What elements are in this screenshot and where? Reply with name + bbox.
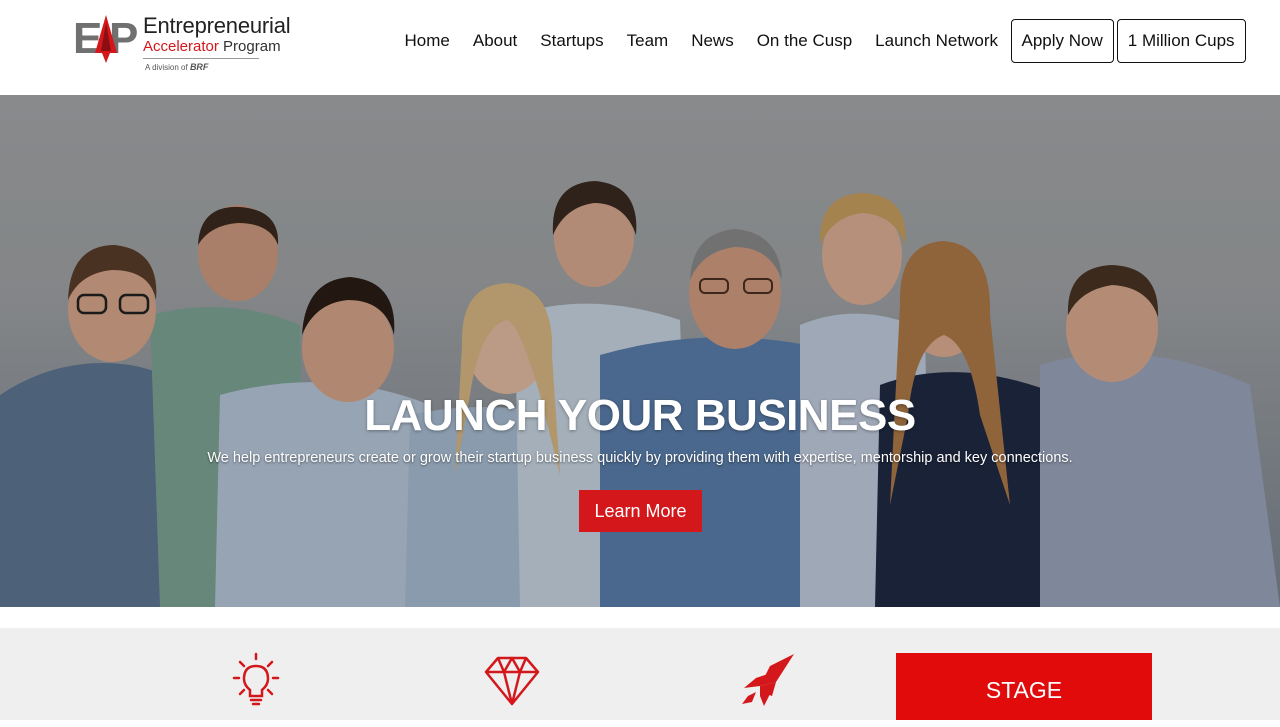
- eap-logo-mark: E P: [73, 14, 138, 63]
- apply-now-button[interactable]: Apply Now: [1010, 19, 1114, 63]
- learn-more-button[interactable]: Learn More: [579, 490, 702, 532]
- diamond-icon: [484, 656, 540, 706]
- logo-division-name: BRF: [189, 62, 209, 72]
- hero-description: We help entrepreneurs create or grow the…: [207, 450, 1073, 466]
- section-spacer: [0, 607, 1280, 628]
- one-million-cups-button[interactable]: 1 Million Cups: [1116, 19, 1246, 63]
- hero-section: LAUNCH YOUR BUSINESS We help entrepreneu…: [0, 95, 1280, 607]
- nav-news[interactable]: News: [680, 19, 746, 63]
- site-logo[interactable]: E P Entrepreneurial Accelerator Program …: [73, 13, 291, 73]
- logo-subtitle: Accelerator Program: [143, 38, 281, 56]
- svg-text:P: P: [109, 14, 138, 63]
- logo-division-prefix: A division of: [145, 63, 188, 72]
- svg-text:E: E: [73, 14, 102, 63]
- features-section: STAGE: [0, 628, 1280, 720]
- logo-title: Entrepreneurial: [143, 13, 291, 38]
- nav-launch-network[interactable]: Launch Network: [864, 19, 1010, 63]
- lightbulb-icon: [232, 652, 280, 706]
- site-header: E P Entrepreneurial Accelerator Program …: [0, 0, 1280, 95]
- hero-title: LAUNCH YOUR BUSINESS: [364, 391, 916, 440]
- logo-subtitle-accelerator: Accelerator: [143, 38, 219, 55]
- stage-banner[interactable]: STAGE: [896, 653, 1152, 720]
- nav-on-the-cusp[interactable]: On the Cusp: [745, 19, 863, 63]
- logo-subtitle-program: Program: [223, 38, 281, 55]
- logo-divider: [143, 58, 259, 59]
- logo-division: A division of BRF: [145, 62, 208, 72]
- rocket-icon: [742, 654, 794, 706]
- nav-home[interactable]: Home: [393, 19, 461, 63]
- nav-about[interactable]: About: [461, 19, 528, 63]
- nav-team[interactable]: Team: [615, 19, 680, 63]
- nav-startups[interactable]: Startups: [529, 19, 615, 63]
- main-nav: Home About Startups Team News On the Cus…: [393, 19, 1246, 63]
